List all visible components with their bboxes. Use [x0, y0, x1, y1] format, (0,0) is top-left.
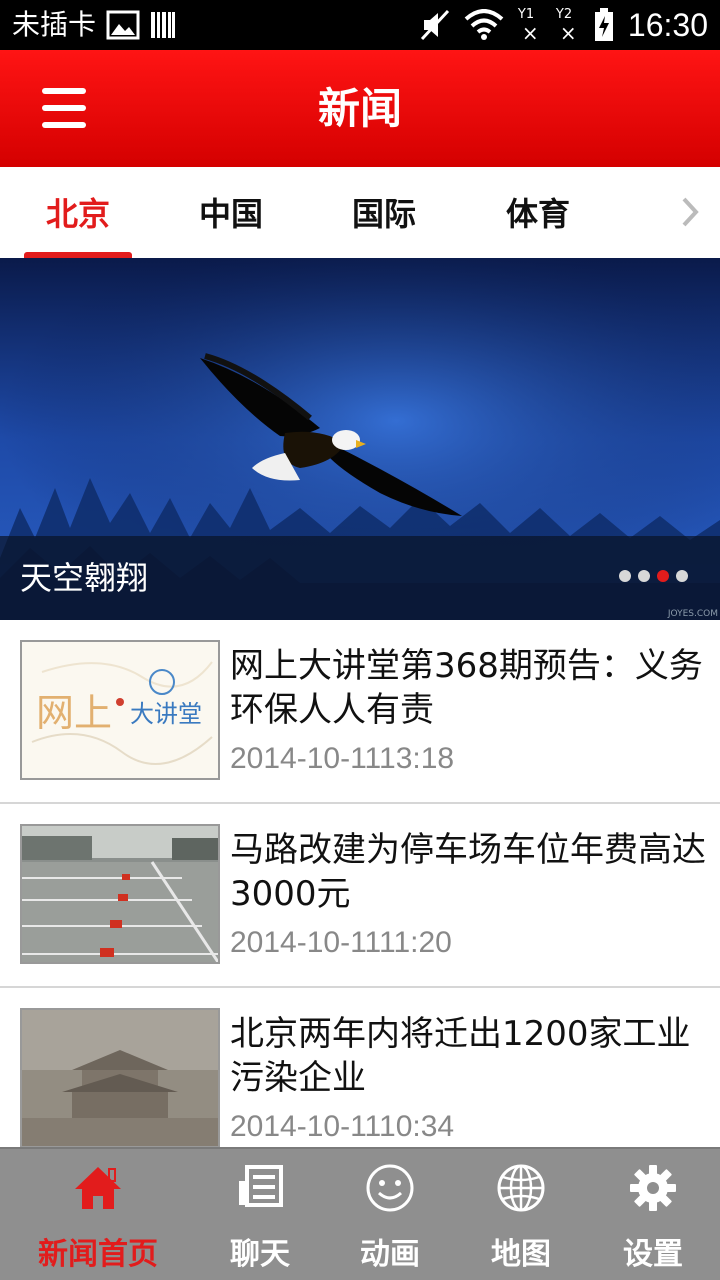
sim2-x: ×: [559, 21, 577, 45]
news-item[interactable]: 北京两年内将迁出1200家工业污染企业 2014-10-1110:34: [0, 988, 720, 1172]
category-tabs: 北京 中国 国际 体育: [0, 167, 720, 258]
nav-settings[interactable]: 设置: [581, 1149, 720, 1280]
tab-beijing[interactable]: 北京: [18, 167, 138, 258]
hamburger-icon-line: [42, 122, 86, 128]
mute-icon: [420, 9, 450, 41]
lecture-logo-text-2: 大讲堂: [130, 700, 202, 728]
slide-dot[interactable]: [638, 570, 650, 582]
chevron-right-icon[interactable]: [676, 195, 704, 229]
news-item[interactable]: 马路改建为停车场车位年费高达3000元 2014-10-1111:20: [0, 804, 720, 988]
globe-icon: [497, 1164, 545, 1212]
status-bar: 未插卡 Y1 × Y2 × 16:30: [0, 0, 720, 50]
app-header: 新闻: [0, 50, 720, 167]
news-date: 2014-10-1113:18: [230, 742, 455, 775]
banner-caption: 天空翱翔: [20, 559, 149, 597]
lecture-logo-dot: [116, 698, 124, 706]
nav-news-home[interactable]: 新闻首页: [26, 1149, 170, 1280]
nav-label: 地图: [491, 1237, 551, 1272]
nav-label: 动画: [360, 1237, 420, 1272]
image-notification-icon: [106, 10, 140, 40]
news-title: 网上大讲堂第368期预告：义务环保人人有责: [230, 646, 703, 730]
slide-indicator: [619, 570, 688, 582]
sim1-signal-icon: Y1 ×: [518, 5, 542, 45]
tab-international[interactable]: 国际: [324, 167, 444, 258]
newspaper-icon: [239, 1165, 283, 1207]
gear-icon: [630, 1165, 676, 1211]
sim2-signal-icon: Y2 ×: [556, 5, 580, 45]
nav-label: 设置: [623, 1237, 683, 1272]
smiley-icon: [366, 1164, 414, 1212]
bottom-navigation: 新闻首页 聊天 动画 地图 设置: [0, 1147, 720, 1280]
slide-dot[interactable]: [619, 570, 631, 582]
news-title: 北京两年内将迁出1200家工业污染企业: [230, 1014, 691, 1098]
sim1-label: Y1: [517, 7, 535, 22]
news-item[interactable]: 网上 大讲堂 网上大讲堂第368期预告：义务环保人人有责 2014-10-111…: [0, 620, 720, 804]
menu-button[interactable]: [40, 86, 88, 130]
tab-sports[interactable]: 体育: [478, 167, 598, 258]
nav-label: 聊天: [230, 1237, 290, 1272]
featured-banner[interactable]: 天空翱翔 JOYES.COM: [0, 258, 720, 620]
barcode-notification-icon: [151, 12, 176, 38]
image-watermark: JOYES.COM: [667, 609, 718, 619]
hamburger-icon-line: [42, 105, 86, 111]
home-icon: [75, 1167, 121, 1209]
smoggy-palace-image: [22, 1010, 218, 1146]
sim2-label: Y2: [555, 7, 573, 22]
carrier-text: 未插卡: [12, 8, 97, 41]
slide-dot-active[interactable]: [657, 570, 669, 582]
lecture-logo-text-1: 网上: [36, 691, 113, 735]
banner-caption-bar: 天空翱翔: [0, 536, 720, 620]
page-title: 新闻: [317, 84, 402, 133]
sim1-x: ×: [521, 21, 539, 45]
news-thumbnail: 网上 大讲堂: [20, 640, 220, 780]
nav-map[interactable]: 地图: [449, 1149, 593, 1280]
nav-animation[interactable]: 动画: [318, 1149, 462, 1280]
hamburger-icon-line: [42, 88, 86, 94]
news-list: 网上 大讲堂 网上大讲堂第368期预告：义务环保人人有责 2014-10-111…: [0, 620, 720, 1172]
news-thumbnail: [20, 1008, 220, 1148]
news-thumbnail: [20, 824, 220, 964]
wifi-icon: [464, 9, 504, 40]
tab-china[interactable]: 中国: [171, 167, 291, 258]
nav-chat[interactable]: 聊天: [188, 1149, 332, 1280]
news-date: 2014-10-1111:20: [230, 926, 452, 959]
parking-lot-image: [22, 826, 218, 962]
battery-charging-icon: [594, 8, 613, 41]
slide-dot[interactable]: [676, 570, 688, 582]
news-date: 2014-10-1110:34: [230, 1110, 455, 1143]
nav-label: 新闻首页: [38, 1237, 158, 1272]
news-title: 马路改建为停车场车位年费高达3000元: [230, 830, 706, 914]
clock-time: 16:30: [627, 7, 708, 43]
